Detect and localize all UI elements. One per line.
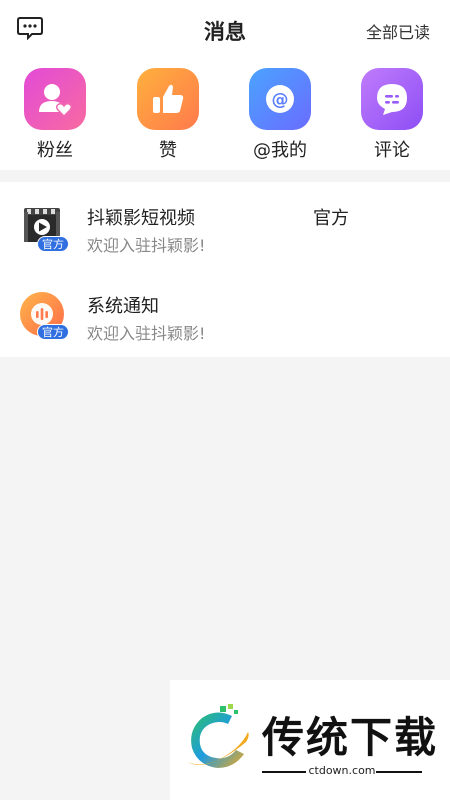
shortcut-fans[interactable]: 粉丝 xyxy=(10,68,100,168)
svg-text:@: @ xyxy=(272,90,289,110)
watermark-title: 传统下载 xyxy=(262,713,439,762)
official-tag: 官方 xyxy=(313,208,349,229)
message-preview: 欢迎入驻抖颖影! xyxy=(87,236,206,255)
official-badge: 官方 xyxy=(37,236,69,252)
shortcut-mentions[interactable]: @ @我的 xyxy=(235,68,325,168)
fans-heart-icon xyxy=(24,68,86,130)
shortcut-label: 评论 xyxy=(374,140,410,161)
video-clapper-icon: 官方 xyxy=(18,202,69,252)
watermark: 传统下载 ctdown.com xyxy=(170,680,450,800)
official-badge: 官方 xyxy=(37,324,69,340)
shortcut-likes[interactable]: 赞 xyxy=(123,68,213,168)
list-item[interactable]: 官方 系统通知 欢迎入驻抖颖影! xyxy=(0,270,450,358)
list-item[interactable]: 官方 抖颖影短视频 官方 欢迎入驻抖颖影! xyxy=(0,182,450,270)
message-preview: 欢迎入驻抖颖影! xyxy=(87,324,206,343)
shortcut-comments[interactable]: 评论 xyxy=(347,68,437,168)
comment-icon xyxy=(361,68,423,130)
shortcut-label: 赞 xyxy=(159,140,177,161)
message-sender: 抖颖影短视频 xyxy=(87,208,195,229)
shortcut-bar: 粉丝 赞 @ @我的 评论 xyxy=(0,60,450,170)
system-notice-icon: 官方 xyxy=(18,290,69,340)
shortcut-label: 粉丝 xyxy=(37,140,73,161)
message-list: 官方 抖颖影短视频 官方 欢迎入驻抖颖影! 官方 系统通知 欢迎入驻抖颖影! xyxy=(0,182,450,357)
shortcut-label: @我的 xyxy=(253,140,307,161)
site-logo-icon xyxy=(188,704,249,768)
mark-all-read-button[interactable]: 全部已读 xyxy=(366,19,430,43)
thumbs-up-icon xyxy=(137,68,199,130)
at-sign-icon: @ xyxy=(249,68,311,130)
top-bar: 消息 全部已读 xyxy=(0,0,450,60)
divider xyxy=(376,771,422,773)
message-sender: 系统通知 xyxy=(87,296,159,317)
